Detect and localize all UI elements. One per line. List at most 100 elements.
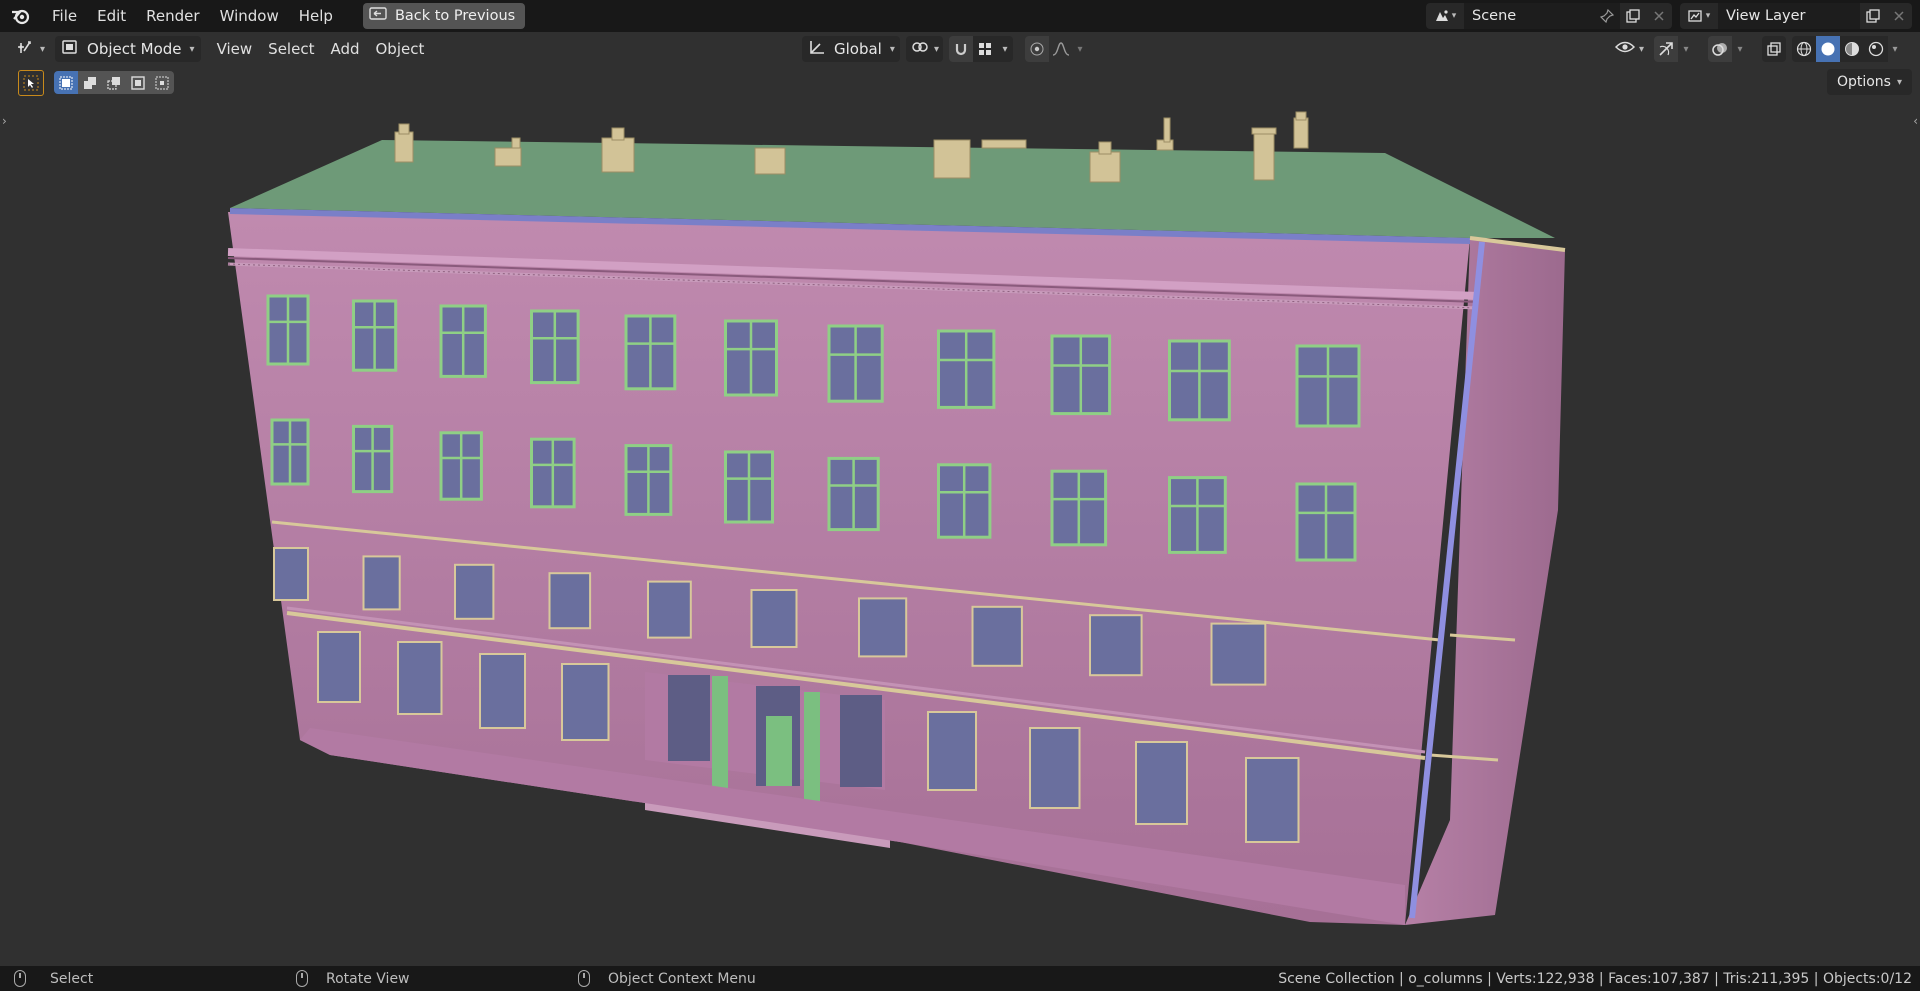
options-dropdown[interactable]: Options ▾: [1826, 69, 1912, 95]
mouse-middle-icon: [296, 970, 308, 987]
window-ground: [1029, 727, 1081, 809]
select-new-icon[interactable]: [54, 71, 78, 94]
chevron-down-icon: ▾: [189, 43, 195, 55]
gizmo-group: ▾: [1654, 36, 1694, 62]
snap-group: ▾: [949, 36, 1014, 62]
proportional-edit-icon[interactable]: [1025, 36, 1050, 62]
object-mode-icon: [61, 39, 79, 59]
menu-select[interactable]: Select: [260, 36, 322, 62]
blender-logo-icon[interactable]: [0, 0, 42, 32]
window-lower: [750, 589, 798, 648]
xray-toggle: [1762, 36, 1786, 62]
transform-orientation-dropdown[interactable]: Global ▾: [802, 36, 900, 62]
building-model: [227, 111, 1566, 925]
menu-help[interactable]: Help: [289, 0, 343, 32]
snap-magnet-icon[interactable]: [949, 36, 974, 62]
pin-icon[interactable]: [1594, 3, 1620, 29]
pivot-point-dropdown[interactable]: ▾: [906, 36, 944, 62]
chevron-down-icon[interactable]: ▾: [1888, 36, 1902, 62]
object-mode-label: Object Mode: [87, 40, 182, 58]
scene-icon[interactable]: ▾: [1426, 3, 1464, 29]
editor-type-button[interactable]: ▾: [12, 36, 49, 62]
hint-rotate-label: Rotate View: [326, 970, 410, 987]
solid-shading-icon[interactable]: [1816, 36, 1840, 62]
chevron-down-icon[interactable]: ▾: [1073, 36, 1087, 62]
toolbar-expand-arrow-icon[interactable]: ›: [2, 114, 7, 128]
select-subtract-icon[interactable]: [102, 71, 126, 94]
window-lower: [454, 563, 495, 620]
chevron-down-icon[interactable]: ▾: [997, 36, 1014, 62]
select-invert-icon[interactable]: [126, 71, 150, 94]
eye-icon: [1614, 40, 1636, 58]
menu-edit[interactable]: Edit: [87, 0, 136, 32]
chevron-down-icon: ▾: [934, 43, 940, 55]
back-screen-icon: [369, 7, 387, 25]
menu-file[interactable]: File: [42, 0, 87, 32]
window-lower: [273, 547, 309, 601]
view-layer-selector[interactable]: ▾ View Layer: [1680, 3, 1912, 29]
select-intersect-icon[interactable]: [150, 71, 174, 94]
object-mode-dropdown[interactable]: Object Mode ▾: [55, 36, 201, 62]
window-ground: [397, 641, 443, 715]
falloff-curve-icon[interactable]: [1049, 36, 1073, 62]
xray-icon[interactable]: [1762, 36, 1786, 62]
menu-window[interactable]: Window: [210, 0, 289, 32]
back-to-previous-button[interactable]: Back to Previous: [362, 3, 526, 29]
window-ground: [479, 653, 526, 729]
options-label: Options: [1836, 74, 1891, 90]
status-bar: Select Rotate View Object Context Menu S…: [0, 966, 1920, 991]
menu-add[interactable]: Add: [322, 36, 367, 62]
visibility-dropdown[interactable]: ▾: [1611, 36, 1648, 62]
chevron-down-icon[interactable]: ▾: [1678, 36, 1694, 62]
viewport-editor-icon: [16, 39, 36, 59]
mouse-left-icon: [14, 970, 26, 987]
view-layer-name-field[interactable]: View Layer: [1718, 3, 1860, 29]
window-ground: [927, 711, 977, 791]
overlays-icon[interactable]: [1708, 36, 1732, 62]
chevron-down-icon: ▾: [40, 43, 46, 55]
select-box-tool-button[interactable]: [18, 70, 44, 96]
shading-group: ▾: [1792, 36, 1902, 62]
mouse-right-icon: [578, 970, 590, 987]
menu-view[interactable]: View: [209, 36, 261, 62]
window-lower: [971, 605, 1023, 667]
chevron-down-icon[interactable]: ▾: [1732, 36, 1748, 62]
scene-selector[interactable]: ▾ Scene: [1426, 3, 1672, 29]
sidebar-expand-arrow-icon[interactable]: ‹: [1913, 114, 1918, 128]
chevron-down-icon: ▾: [889, 43, 895, 55]
scene-statistics: Scene Collection | o_columns | Verts:122…: [1278, 970, 1912, 987]
window-lower: [1089, 614, 1143, 677]
select-extend-icon[interactable]: [78, 71, 102, 94]
selection-mode-group: [54, 71, 174, 94]
chevron-down-icon: ▾: [1896, 76, 1902, 88]
menu-object[interactable]: Object: [368, 36, 433, 62]
view-layer-icon[interactable]: ▾: [1680, 3, 1718, 29]
delete-view-layer-icon[interactable]: [1886, 3, 1912, 29]
scene-name-field[interactable]: Scene: [1464, 3, 1594, 29]
delete-scene-icon[interactable]: [1646, 3, 1672, 29]
window-lower: [647, 580, 692, 639]
chevron-down-icon: ▾: [1638, 43, 1644, 55]
viewport-header: ▾ Object Mode ▾ View Select Add Object G…: [0, 32, 1920, 66]
new-scene-icon[interactable]: [1620, 3, 1646, 29]
window-lower: [548, 572, 592, 630]
new-view-layer-icon[interactable]: [1860, 3, 1886, 29]
rendered-shading-icon[interactable]: [1864, 36, 1888, 62]
hint-select-label: Select: [50, 970, 94, 987]
hint-context-label: Object Context Menu: [608, 970, 756, 987]
snap-grid-icon[interactable]: [973, 36, 998, 62]
top-bar: File Edit Render Window Help Back to Pre…: [0, 0, 1920, 32]
overlay-group: ▾: [1708, 36, 1748, 62]
window-ground: [1245, 757, 1300, 843]
back-to-previous-label: Back to Previous: [394, 8, 516, 24]
window-lower: [858, 597, 908, 658]
wireframe-shading-icon[interactable]: [1792, 36, 1816, 62]
menu-render[interactable]: Render: [136, 0, 209, 32]
3d-viewport[interactable]: [0, 96, 1920, 966]
window-ground: [317, 631, 361, 703]
material-shading-icon[interactable]: [1840, 36, 1864, 62]
orientation-axis-icon: [808, 39, 826, 59]
gizmo-icon[interactable]: [1654, 36, 1678, 62]
status-hint-select: Select: [14, 970, 93, 987]
window-lower: [1210, 622, 1267, 686]
